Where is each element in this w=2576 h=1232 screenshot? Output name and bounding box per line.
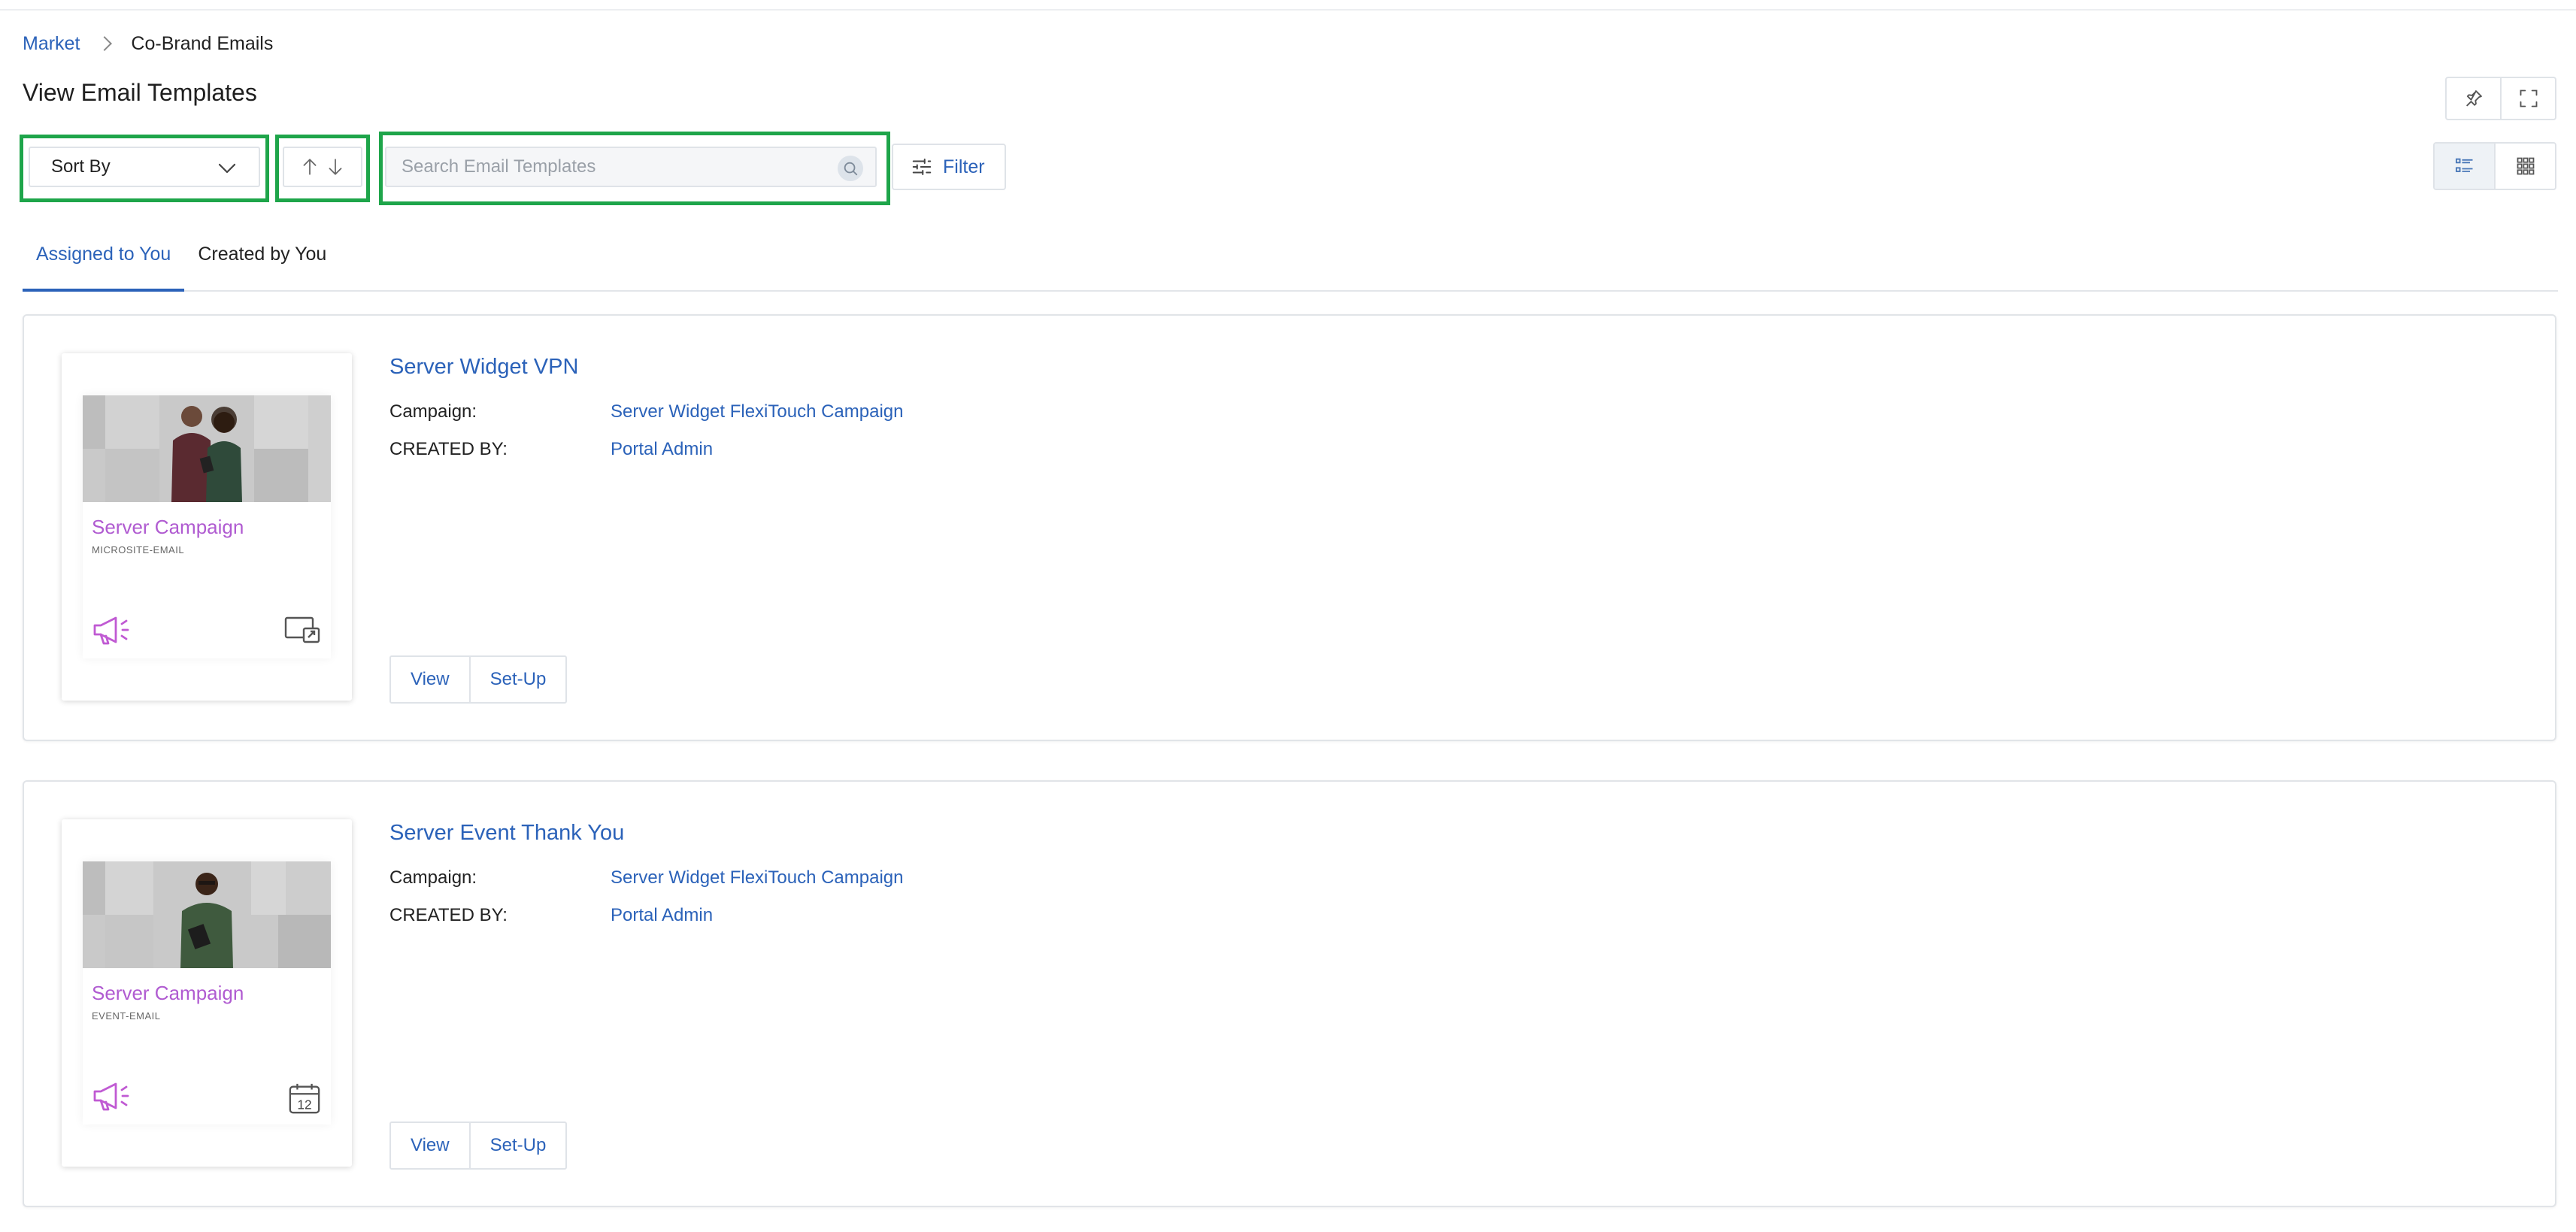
breadcrumb-market-link[interactable]: Market [23,33,80,55]
thumbnail-subtitle: MICROSITE-EMAIL [92,544,185,555]
setup-button[interactable]: Set-Up [468,1123,566,1168]
view-mode-toggle [2433,142,2556,190]
calendar-day: 12 [297,1097,311,1112]
arrow-down-icon [329,159,342,175]
tab-bar: Assigned to You Created by You [23,235,2558,292]
grid-view-icon [2517,157,2534,175]
expand-icon [2520,89,2537,107]
thumbnail-title: Server Campaign [92,516,244,538]
list-view-icon [2455,158,2472,172]
thumbnail-photo [83,861,331,968]
sort-by-select[interactable]: Sort By [29,147,260,187]
tab-created-by-you[interactable]: Created by You [184,235,340,292]
created-by-label: CREATED BY: [389,439,508,459]
list-view-button[interactable] [2435,144,2494,189]
created-by-label: CREATED BY: [389,905,508,925]
campaign-label: Campaign: [389,867,477,888]
template-title[interactable]: Server Event Thank You [389,821,624,846]
page-actions [2445,77,2556,120]
chevron-right-icon [97,36,113,51]
sort-order-toggle[interactable] [283,147,362,187]
grid-view-button[interactable] [2494,144,2555,189]
template-card: Server Campaign EVENT-EMAIL 12 Server Ev… [23,780,2556,1207]
view-button[interactable]: View [391,657,469,702]
card-actions: View Set-Up [389,655,568,704]
filter-button[interactable]: Filter [892,144,1006,190]
thumbnail-title: Server Campaign [92,982,244,1004]
campaign-label: Campaign: [389,401,477,422]
campaign-link[interactable]: Server Widget FlexiTouch Campaign [611,401,904,422]
search-container [385,147,877,187]
search-input[interactable] [386,148,808,186]
sliders-icon [912,159,932,175]
setup-button[interactable]: Set-Up [468,657,566,702]
fullscreen-button[interactable] [2500,78,2555,119]
thumbnail-photo [83,395,331,502]
thumbnail-preview: Server Campaign MICROSITE-EMAIL [83,395,331,658]
breadcrumb-current: Co-Brand Emails [131,32,274,54]
pin-icon [2465,90,2482,107]
template-thumbnail[interactable]: Server Campaign MICROSITE-EMAIL [62,353,352,701]
created-by-link[interactable]: Portal Admin [611,905,713,926]
breadcrumb: Market Co-Brand Emails [23,30,273,57]
thumbnail-subtitle: EVENT-EMAIL [92,1010,161,1022]
page-title: View Email Templates [23,79,257,106]
filter-label: Filter [943,156,985,177]
thumbnail-preview: Server Campaign EVENT-EMAIL 12 [83,861,331,1125]
template-card: Server Campaign MICROSITE-EMAIL Server W… [23,314,2556,741]
arrow-up-icon [303,159,317,175]
tab-assigned-to-you[interactable]: Assigned to You [23,235,185,292]
campaign-link[interactable]: Server Widget FlexiTouch Campaign [611,867,904,888]
template-title[interactable]: Server Widget VPN [389,355,578,380]
card-actions: View Set-Up [389,1122,568,1170]
view-button[interactable]: View [391,1123,469,1168]
chevron-down-icon [218,163,236,174]
megaphone-icon [93,616,129,645]
template-thumbnail[interactable]: Server Campaign EVENT-EMAIL 12 [62,819,352,1167]
top-divider [0,9,2576,11]
megaphone-icon [93,1082,129,1111]
pin-button[interactable] [2447,78,2500,119]
calendar-icon: 12 [289,1083,320,1114]
sort-by-label: Sort By [51,156,111,177]
created-by-link[interactable]: Portal Admin [611,439,713,460]
microsite-icon [284,616,320,643]
search-icon[interactable] [838,156,863,181]
